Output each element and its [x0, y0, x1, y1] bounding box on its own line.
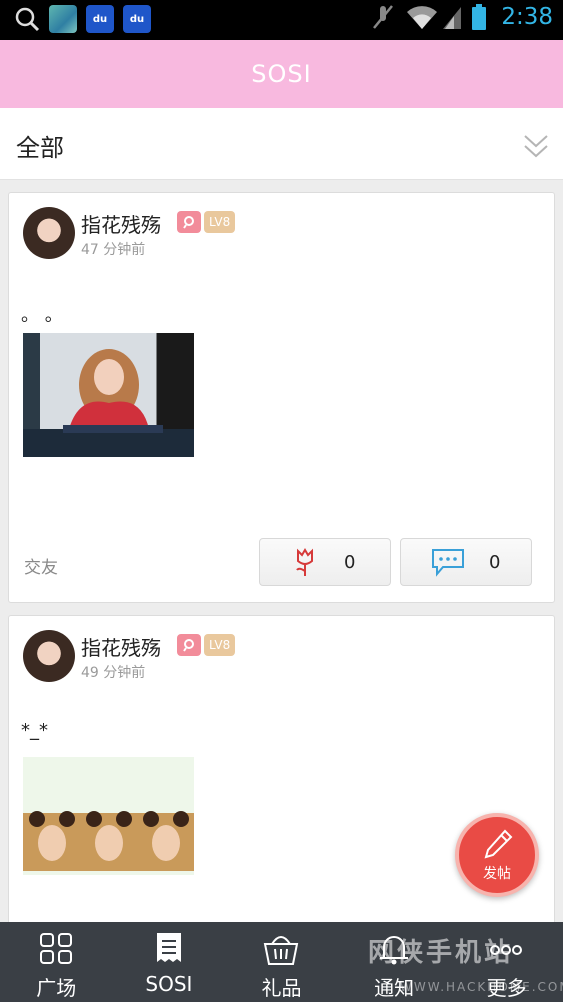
level-badge: LV8	[204, 211, 236, 233]
chevron-double-down-icon[interactable]	[523, 128, 549, 162]
post-image[interactable]	[23, 757, 194, 875]
post-tag[interactable]: 交友	[24, 553, 58, 578]
comment-button[interactable]: 0	[400, 538, 532, 586]
nav-item-sosi[interactable]: SOSI	[113, 922, 226, 1002]
new-post-button[interactable]: 发帖	[455, 813, 539, 897]
post-image[interactable]	[23, 333, 194, 457]
nav-label: 广场	[36, 976, 77, 1000]
photo-woman-signing	[23, 349, 194, 457]
page-title: SOSI	[251, 60, 312, 88]
rose-icon	[296, 548, 313, 576]
gallery-thumbnail-icon	[49, 5, 77, 33]
status-bar: du du 2:38	[0, 0, 563, 40]
like-count: 0	[344, 551, 356, 573]
nav-item-square[interactable]: 广场	[0, 922, 113, 1002]
mute-icon	[373, 5, 394, 29]
filter-label: 全部	[16, 134, 64, 162]
pen-icon	[484, 829, 513, 859]
signal-icon	[443, 7, 462, 29]
post-time: 49 分钟前	[81, 665, 146, 681]
search-icon	[15, 7, 40, 32]
admin-badge-icon	[177, 211, 201, 233]
clock: 2:38	[501, 4, 553, 30]
nav-label: SOSI	[145, 972, 193, 996]
author-name[interactable]: 指花残殇	[81, 632, 161, 661]
post-text: 。 。	[21, 305, 63, 326]
comment-bubble-icon	[432, 549, 464, 577]
avatar[interactable]	[23, 630, 75, 682]
avatar[interactable]	[23, 207, 75, 259]
level-badge: LV8	[204, 634, 236, 656]
author-name[interactable]: 指花残殇	[81, 209, 161, 238]
document-icon	[156, 933, 181, 962]
like-button[interactable]: 0	[259, 538, 391, 586]
watermark: 网侠手机站	[368, 938, 514, 968]
status-left-icons: du du	[14, 5, 151, 33]
post-card[interactable]: 指花残殇 LV8 47 分钟前 。 。 交友 0 0	[8, 192, 555, 603]
nav-label: 礼品	[261, 976, 302, 1000]
category-filter[interactable]: 全部	[0, 108, 563, 180]
new-post-label: 发帖	[483, 866, 511, 882]
title-bar: SOSI	[0, 40, 563, 108]
post-text: *_*	[21, 720, 48, 741]
baidu-icon: du	[86, 5, 114, 33]
grid-icon	[40, 933, 72, 964]
wifi-icon	[407, 6, 438, 29]
watermark-url: WWW.HACKHOME.COM	[400, 980, 563, 994]
comment-count: 0	[489, 551, 501, 573]
photo-triptych-selfie	[23, 811, 194, 871]
nav-item-gifts[interactable]: 礼品	[225, 922, 338, 1002]
post-time: 47 分钟前	[81, 242, 146, 258]
status-right-icons: 2:38	[371, 3, 553, 31]
baidu-icon: du	[123, 5, 151, 33]
battery-icon	[472, 4, 487, 30]
basket-icon	[263, 936, 299, 965]
admin-badge-icon	[177, 634, 201, 656]
